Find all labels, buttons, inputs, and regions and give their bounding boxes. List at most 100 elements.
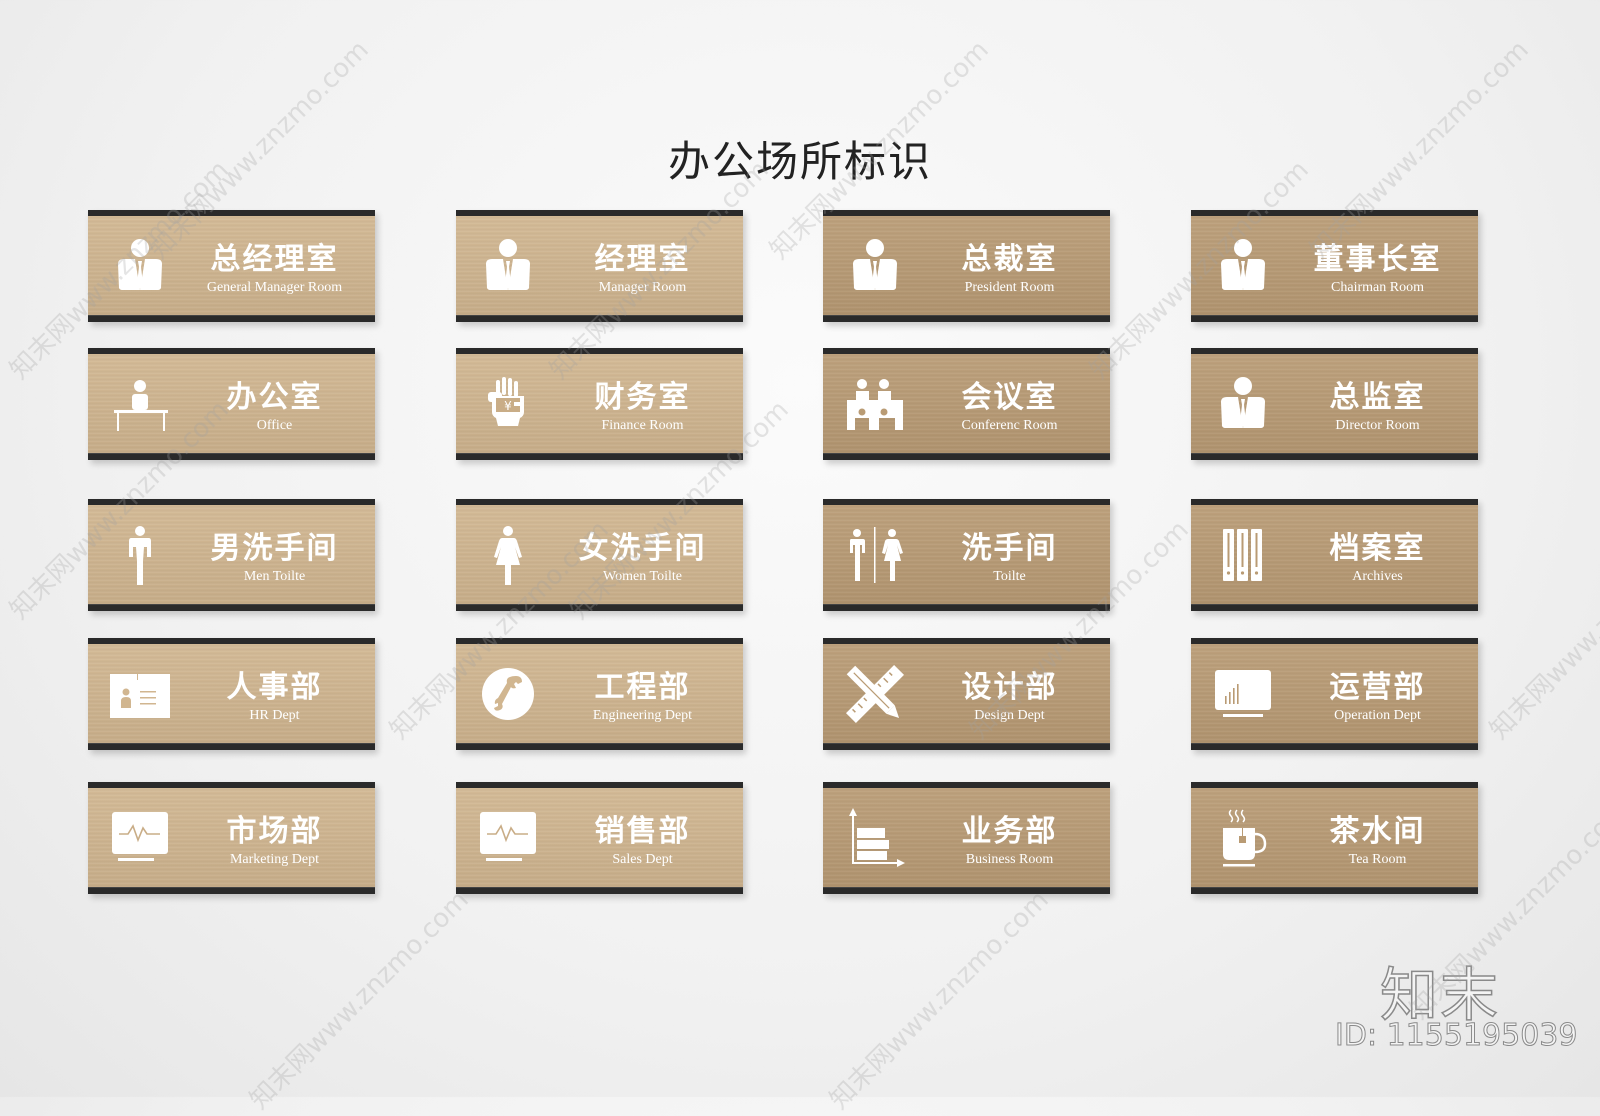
sign-plate: 工程部 Engineering Dept [456, 638, 743, 750]
wood-plate: 办公室 Office [88, 354, 375, 454]
man-icon [108, 523, 172, 587]
sign-title-en: Design Dept [974, 708, 1045, 723]
wood-plate: 总经理室 General Manager Room [88, 216, 375, 316]
sign-title-zh: 市场部 [226, 814, 323, 849]
sign-title-en: General Manager Room [206, 280, 343, 295]
bar-chart-icon [843, 806, 907, 870]
mounting-rail-bottom [456, 315, 743, 322]
sign-plate: 总监室 Director Room [1191, 348, 1478, 460]
sign-title-en: President Room [964, 280, 1055, 295]
wood-plate: 人事部 HR Dept [88, 644, 375, 744]
sign-title-zh: 办公室 [226, 380, 323, 415]
sign-title-en: Marketing Dept [229, 852, 320, 867]
sign-title-zh: 财务室 [594, 380, 691, 415]
woman-icon [476, 523, 540, 587]
sign-label: 洗手间 Toilte [923, 531, 1096, 585]
manager-person-icon [476, 234, 540, 298]
sign-label: 办公室 Office [188, 380, 361, 434]
sign-plate: 经理室 Manager Room [456, 210, 743, 322]
mounting-rail-bottom [456, 453, 743, 460]
mounting-rail-bottom [823, 315, 1110, 322]
sign-title-en: Women Toilte [603, 569, 682, 584]
sign-title-zh: 会议室 [961, 380, 1058, 415]
sign-title-zh: 经理室 [594, 242, 691, 277]
sign-title-zh: 运营部 [1329, 670, 1426, 705]
wood-plate: ¥ 财务室 Finance Room [456, 354, 743, 454]
sign-label: 运营部 Operation Dept [1291, 670, 1464, 724]
sign-title-en: Tea Room [1348, 852, 1407, 867]
monitor-pulse-icon [108, 806, 172, 870]
manager-person-icon [108, 234, 172, 298]
sign-title-zh: 设计部 [961, 670, 1058, 705]
sign-title-en: Business Room [965, 852, 1054, 867]
mounting-rail-bottom [823, 604, 1110, 611]
manager-person-icon [1211, 234, 1275, 298]
mounting-rail-bottom [1191, 743, 1478, 750]
sign-label: 经理室 Manager Room [556, 242, 729, 296]
mounting-rail-bottom [1191, 315, 1478, 322]
sign-title-zh: 档案室 [1329, 531, 1426, 566]
wood-plate: 运营部 Operation Dept [1191, 644, 1478, 744]
sign-title-zh: 女洗手间 [578, 531, 707, 566]
wood-plate: 销售部 Sales Dept [456, 788, 743, 888]
sign-title-en: Director Room [1335, 418, 1420, 433]
monitor-pulse-icon [476, 806, 540, 870]
wood-plate: 女洗手间 Women Toilte [456, 505, 743, 605]
sign-plate: 销售部 Sales Dept [456, 782, 743, 894]
watermark-text: 知末网www.znzmo.com [244, 884, 475, 1116]
sign-title-en: Chairman Room [1331, 280, 1424, 295]
sign-title-en: Operation Dept [1334, 708, 1421, 723]
sign-title-en: Archives [1352, 569, 1403, 584]
wood-plate: 会议室 Conferenc Room [823, 354, 1110, 454]
mounting-rail-bottom [456, 743, 743, 750]
sign-plate: 业务部 Business Room [823, 782, 1110, 894]
sign-label: 会议室 Conferenc Room [923, 380, 1096, 434]
page-title: 办公场所标识 [667, 137, 932, 186]
wood-plate: 设计部 Design Dept [823, 644, 1110, 744]
mounting-rail-bottom [88, 743, 375, 750]
sign-label: 工程部 Engineering Dept [556, 670, 729, 724]
wood-plate: 经理室 Manager Room [456, 216, 743, 316]
mounting-rail-bottom [1191, 604, 1478, 611]
wood-plate: 总监室 Director Room [1191, 354, 1478, 454]
sign-plate: 董事长室 Chairman Room [1191, 210, 1478, 322]
sign-label: 人事部 HR Dept [188, 670, 361, 724]
sign-label: 总经理室 General Manager Room [188, 242, 361, 296]
sign-label: 档案室 Archives [1291, 531, 1464, 585]
sign-label: 财务室 Finance Room [556, 380, 729, 434]
sign-label: 市场部 Marketing Dept [188, 814, 361, 868]
sign-title-en: Sales Dept [612, 852, 673, 867]
sign-title-en: Office [256, 418, 293, 433]
wood-plate: 茶水间 Tea Room [1191, 788, 1478, 888]
sign-title-zh: 工程部 [594, 670, 691, 705]
ruler-pencil-icon [843, 662, 907, 726]
manager-person-icon [843, 234, 907, 298]
sign-title-en: HR Dept [249, 708, 300, 723]
sign-title-en: Engineering Dept [592, 708, 693, 723]
watermark-id: ID: 1155195039 [1334, 1018, 1578, 1054]
person-at-desk-icon [108, 372, 172, 436]
sign-label: 男洗手间 Men Toilte [188, 531, 361, 585]
sign-plate: 档案室 Archives [1191, 499, 1478, 611]
sign-title-en: Finance Room [601, 418, 684, 433]
hand-yen-icon: ¥ [476, 372, 540, 436]
wood-plate: 董事长室 Chairman Room [1191, 216, 1478, 316]
sign-title-zh: 董事长室 [1313, 242, 1442, 277]
sign-plate: 茶水间 Tea Room [1191, 782, 1478, 894]
meeting-people-icon [843, 372, 907, 436]
sign-plate: 运营部 Operation Dept [1191, 638, 1478, 750]
wood-plate: 工程部 Engineering Dept [456, 644, 743, 744]
watermark-text: 知末网www.znzmo.com [1484, 514, 1600, 746]
manager-person-icon [1211, 372, 1275, 436]
wood-plate: 档案室 Archives [1191, 505, 1478, 605]
mounting-rail-bottom [823, 887, 1110, 894]
sign-label: 总裁室 President Room [923, 242, 1096, 296]
mounting-rail-bottom [456, 604, 743, 611]
wood-plate: 男洗手间 Men Toilte [88, 505, 375, 605]
mounting-rail-bottom [88, 453, 375, 460]
sign-plate: 会议室 Conferenc Room [823, 348, 1110, 460]
sign-title-zh: 总经理室 [210, 242, 339, 277]
sign-plate: 男洗手间 Men Toilte [88, 499, 375, 611]
sign-title-zh: 洗手间 [961, 531, 1058, 566]
sign-label: 女洗手间 Women Toilte [556, 531, 729, 585]
